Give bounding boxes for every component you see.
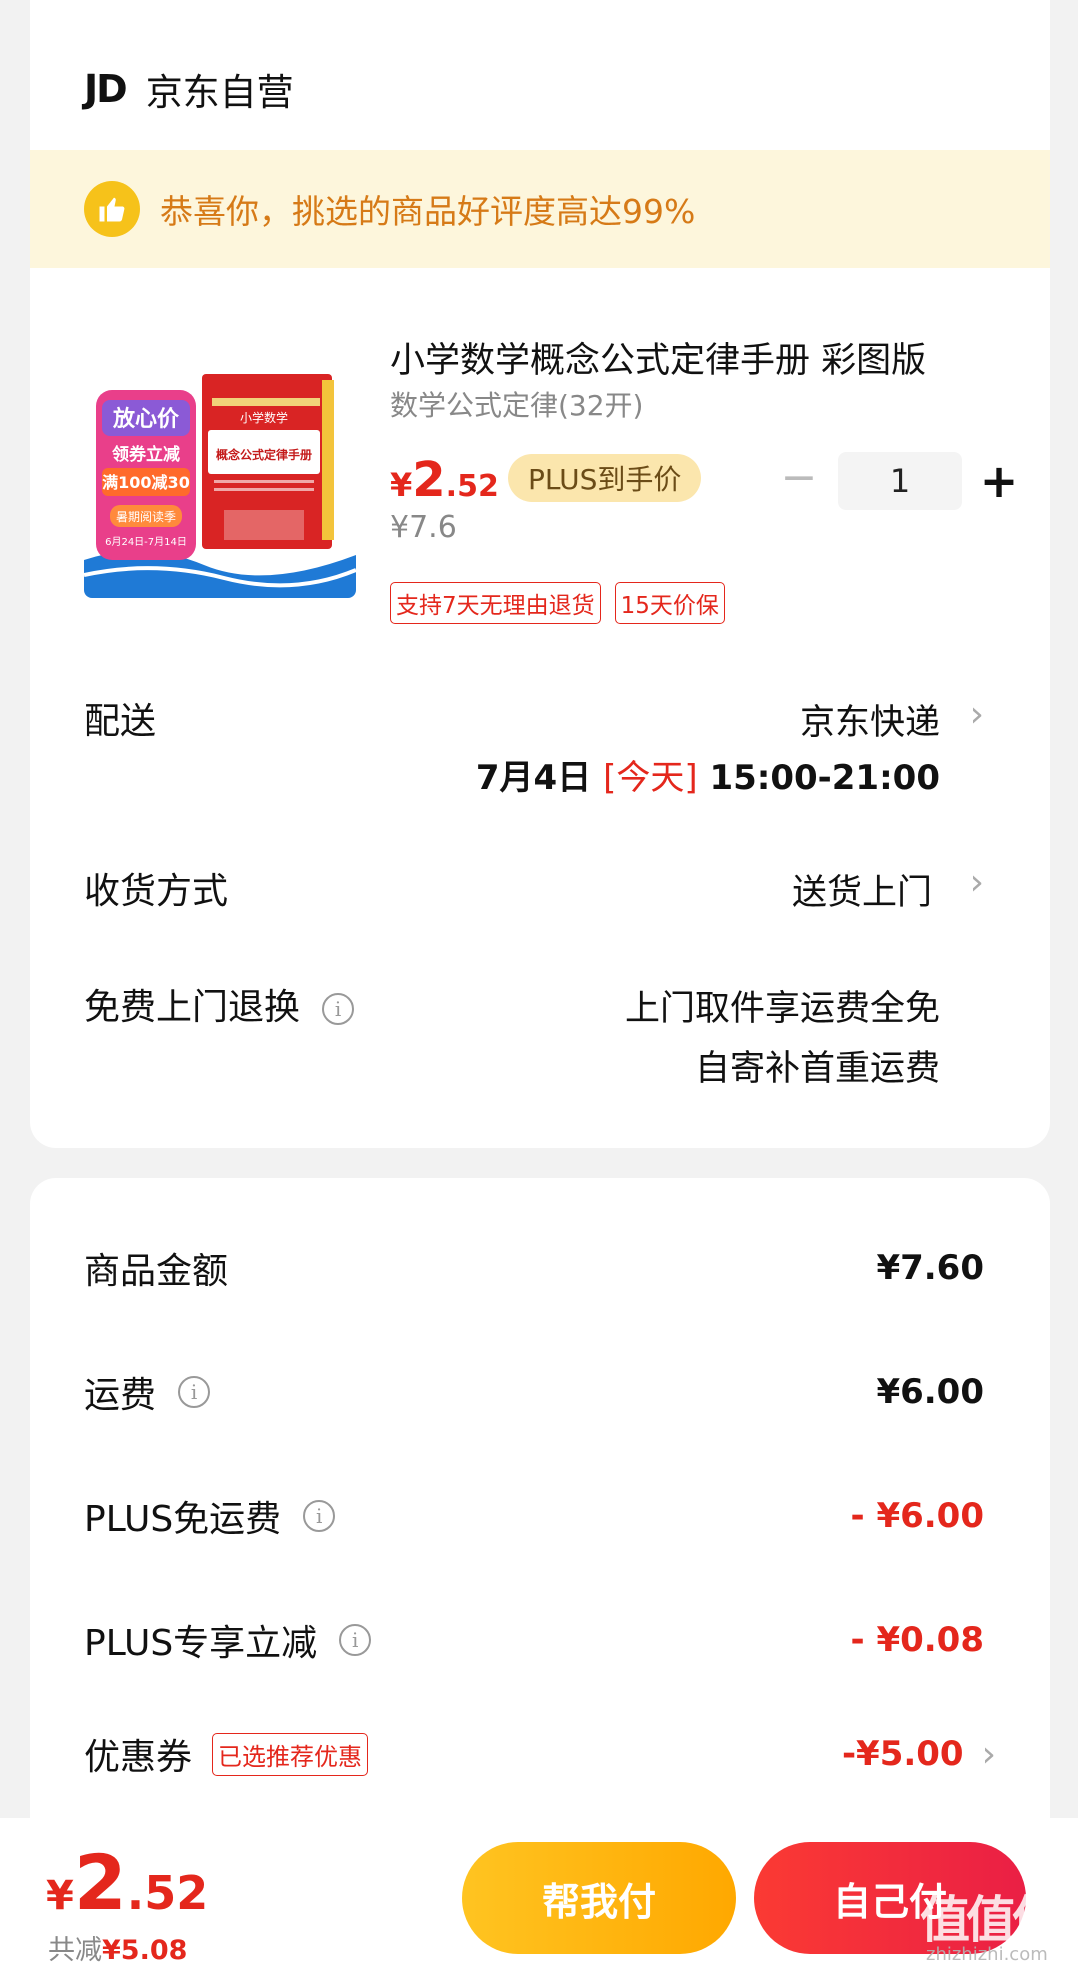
summary-row-plus-free-shipping: PLUS免运费 i - ¥6.00 <box>84 1490 984 1542</box>
rating-promo-banner: 恭喜你，挑选的商品好评度高达99% <box>30 150 1050 268</box>
total-saved[interactable]: 共减¥5.08 <box>48 1928 187 1967</box>
delivery-label: 配送 <box>84 701 157 742</box>
saved-label: 共减 <box>48 1935 102 1966</box>
return-policy-badge: 支持7天无理由退货 <box>390 582 601 624</box>
info-icon[interactable]: i <box>339 1624 372 1656</box>
jd-logo: JD <box>84 67 128 111</box>
info-icon[interactable]: i <box>178 1376 211 1408</box>
product-spec[interactable]: 数学公式定律(32开) <box>390 384 643 424</box>
coupon-label-text: 优惠券 <box>84 1737 193 1778</box>
delivery-carrier[interactable]: 京东快递 <box>800 694 940 745</box>
goods-amount-value: ¥7.60 <box>876 1248 984 1288</box>
image-book-title: 概念公式定律手册 <box>216 447 312 462</box>
total-price: ¥ 2 .52 <box>46 1838 208 1927</box>
price-integer: 2 <box>412 452 446 508</box>
summary-row-coupon[interactable]: 优惠券 已选推荐优惠 -¥5.00 › <box>84 1728 996 1780</box>
plus-price-tag: PLUS到手价 <box>508 454 702 502</box>
receipt-method-value[interactable]: 送货上门 <box>792 864 932 915</box>
store-header[interactable]: JD 京东自营 <box>84 62 294 116</box>
checkout-bar: ¥ 2 .52 共减¥5.08 帮我付 自己付 <box>0 1818 1078 1976</box>
product-title[interactable]: 小学数学概念公式定律手册 彩图版 <box>390 332 990 383</box>
plus-discount-text: PLUS专享立减 <box>84 1623 318 1664</box>
summary-row-shipping: 运费 i ¥6.00 <box>84 1366 984 1418</box>
chevron-right-icon[interactable]: › <box>970 694 984 735</box>
watermark-logo: 值值值 <box>920 1891 1062 1949</box>
store-card: JD 京东自营 恭喜你，挑选的商品好评度高达99% 放心价 领券立减 满100减… <box>30 0 1050 1148</box>
price-protection-badge: 15天价保 <box>614 582 725 624</box>
free-return-text: 免费上门退换 <box>84 987 301 1028</box>
delivery-window: 15:00-21:00 <box>709 758 940 798</box>
store-name: 京东自营 <box>145 71 294 114</box>
plus-discount-value: - ¥0.08 <box>850 1620 985 1660</box>
coupon-label: 优惠券 已选推荐优惠 <box>84 1728 369 1780</box>
goods-amount-label: 商品金额 <box>84 1251 229 1292</box>
order-summary-card: 商品金额 ¥7.60 运费 i ¥6.00 PLUS免运费 i - ¥6.00 PL… <box>30 1178 1050 1818</box>
thumbs-up-icon <box>84 181 140 237</box>
price-currency: ¥ <box>390 466 413 504</box>
image-burst-text: 放心价 <box>112 406 180 432</box>
delivery-today: [今天] <box>603 758 698 798</box>
image-coupon-line1: 领券立减 <box>112 444 180 465</box>
original-price: ¥7.6 <box>390 510 457 545</box>
return-line-1: 上门取件享运费全免 <box>624 989 940 1029</box>
coupon-value: -¥5.00 <box>841 1734 964 1774</box>
coupon-value-group[interactable]: -¥5.00 › <box>841 1734 996 1775</box>
delivery-time[interactable]: 7月4日 [今天] 15:00-21:00 <box>476 750 940 799</box>
shipping-label: 运费 i <box>84 1366 211 1418</box>
total-integer: 2 <box>73 1838 127 1927</box>
plus-discount-label: PLUS专享立减 i <box>84 1614 372 1666</box>
total-currency: ¥ <box>46 1873 74 1919</box>
chevron-right-icon[interactable]: › <box>970 862 984 903</box>
product-price: ¥ 2 .52 <box>390 452 499 508</box>
plus-free-shipping-value: - ¥6.00 <box>850 1496 985 1536</box>
total-decimal: .52 <box>126 1866 209 1920</box>
promo-text: 恭喜你，挑选的商品好评度高达99% <box>160 192 696 231</box>
chevron-right-icon[interactable]: › <box>982 1734 996 1775</box>
shipping-label-text: 运费 <box>84 1375 157 1416</box>
help-me-pay-button[interactable]: 帮我付 <box>462 1842 736 1954</box>
plus-free-shipping-label: PLUS免运费 i <box>84 1490 336 1542</box>
image-event: 暑期阅读季 <box>116 510 176 524</box>
info-icon[interactable]: i <box>303 1500 336 1532</box>
product-image[interactable]: 放心价 领券立减 满100减30 暑期阅读季 6月24日-7月14日 小学数学 … <box>84 360 356 598</box>
summary-row-plus-discount: PLUS专享立减 i - ¥0.08 <box>84 1614 984 1666</box>
free-return-label: 免费上门退换 i <box>84 978 355 1030</box>
return-line-2: 自寄补首重运费 <box>694 1049 940 1089</box>
shipping-value: ¥6.00 <box>876 1372 984 1412</box>
image-date: 6月24日-7月14日 <box>105 536 187 548</box>
price-decimal: .52 <box>445 469 499 504</box>
info-icon[interactable]: i <box>322 993 355 1025</box>
delivery-date: 7月4日 <box>475 758 592 798</box>
quantity-decrease-button[interactable]: − <box>774 454 824 502</box>
quantity-increase-button[interactable]: + <box>974 452 1024 510</box>
service-badges: 支持7天无理由退货 15天价保 <box>390 582 725 624</box>
watermark-url: zhizhizhi.com <box>926 1944 1048 1965</box>
image-book-series: 小学数学 <box>240 410 288 425</box>
saved-value: ¥5.08 <box>102 1935 188 1966</box>
quantity-input[interactable]: 1 <box>838 452 962 510</box>
plus-free-shipping-text: PLUS免运费 <box>84 1499 282 1540</box>
summary-row-goods: 商品金额 ¥7.60 <box>84 1242 984 1294</box>
coupon-recommended-tag: 已选推荐优惠 <box>212 1732 369 1776</box>
receipt-method-label: 收货方式 <box>84 871 229 912</box>
image-coupon-line2: 满100减30 <box>102 473 190 492</box>
